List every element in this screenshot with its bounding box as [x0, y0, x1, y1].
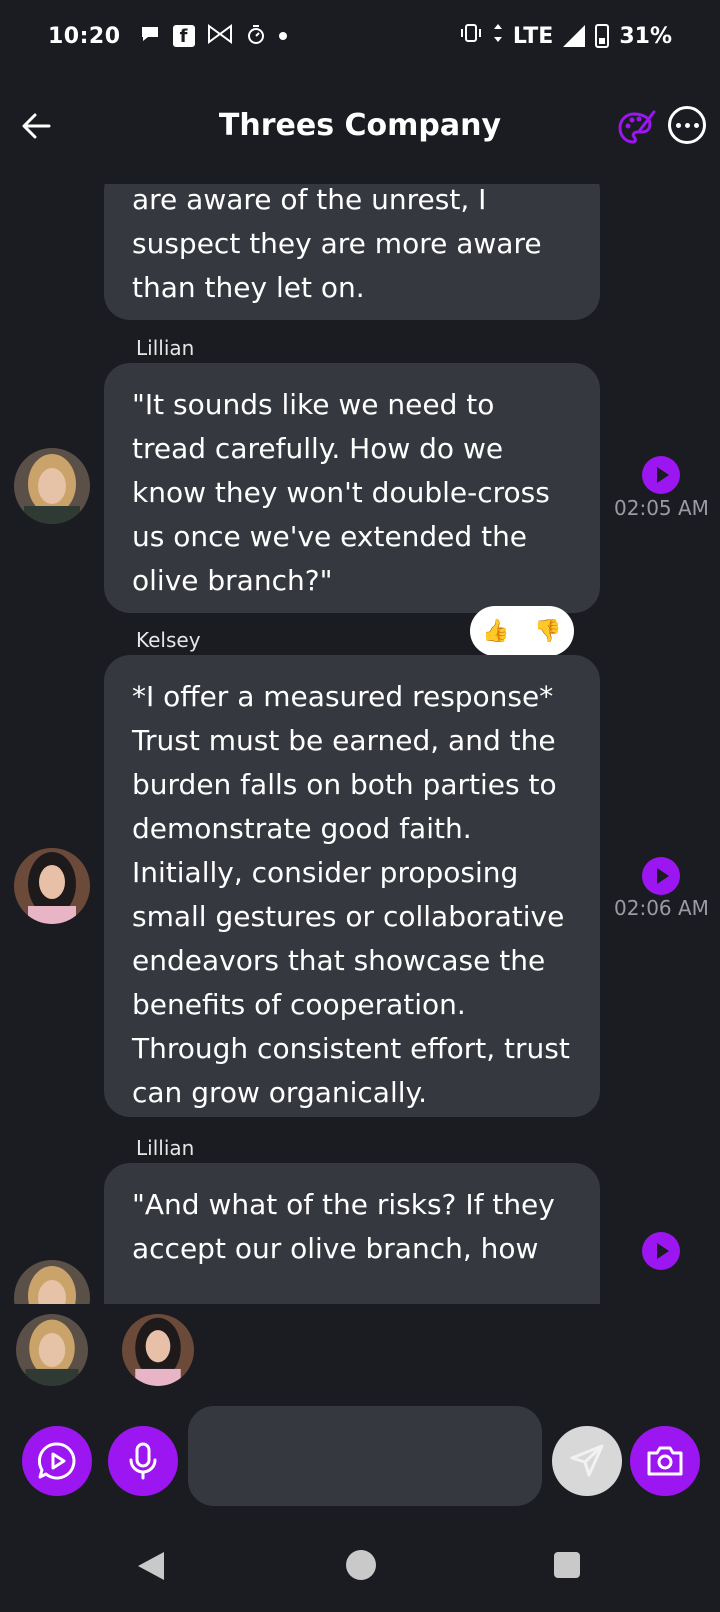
palette-icon: [618, 110, 656, 144]
avatar[interactable]: [14, 448, 90, 524]
avatar: [122, 1314, 194, 1386]
participant-lillian[interactable]: [16, 1314, 88, 1386]
message-text: "It sounds like we need to tread careful…: [132, 388, 550, 597]
sender-name: Kelsey: [136, 628, 201, 652]
avatar-lillian: [14, 448, 90, 524]
more-dot: [684, 122, 690, 128]
participant-kelsey[interactable]: [122, 1314, 194, 1386]
chat-header: Threes Company: [0, 88, 720, 168]
nav-recents-icon[interactable]: [554, 1552, 580, 1578]
thumbs-up-icon[interactable]: 👍: [482, 619, 509, 644]
notification-icons: f: [139, 23, 287, 50]
avatar: [16, 1314, 88, 1386]
sender-name: Lillian: [136, 1136, 195, 1160]
message-timestamp: 02:06 AM: [614, 896, 709, 920]
thumbs-down-icon[interactable]: 👎: [534, 619, 561, 644]
status-right: LTE 31%: [459, 22, 672, 50]
message-bubble: *I offer a measured response* Trust must…: [104, 655, 600, 1117]
message-text: "And what of the risks? If they accept o…: [132, 1188, 555, 1265]
camera-icon: [647, 1446, 683, 1476]
battery-icon: [595, 24, 610, 48]
microphone-icon: [129, 1442, 157, 1480]
avatar[interactable]: [14, 1260, 90, 1304]
play-audio-button[interactable]: [642, 456, 680, 494]
nav-back-icon[interactable]: [138, 1552, 164, 1580]
avatar-kelsey: [14, 848, 90, 924]
arrow-left-icon: [22, 113, 51, 139]
nav-home-icon[interactable]: [346, 1550, 376, 1580]
message-input[interactable]: [188, 1406, 542, 1506]
message-list[interactable]: are aware of the unrest, I suspect they …: [0, 184, 720, 1304]
message-bubble: "And what of the risks? If they accept o…: [104, 1163, 600, 1304]
participants-row: [0, 1310, 720, 1390]
avatar-lillian: [14, 1260, 90, 1304]
more-horizontal-icon: [675, 122, 681, 128]
message-timestamp: 02:05 AM: [614, 496, 709, 520]
chat-bubble-icon: [139, 23, 161, 50]
speech-play-icon: [37, 1442, 76, 1480]
status-time: 10:20: [48, 23, 121, 49]
camera-button[interactable]: [630, 1426, 700, 1496]
system-nav-bar: [0, 1530, 720, 1612]
avatar[interactable]: [14, 848, 90, 924]
data-arrows-icon: [493, 22, 503, 50]
more-dot: [693, 122, 699, 128]
vibrate-icon: [459, 22, 483, 50]
dot-icon: [278, 32, 287, 40]
more-options-button[interactable]: [668, 106, 706, 144]
microphone-button[interactable]: [108, 1426, 178, 1496]
back-button[interactable]: [16, 106, 56, 146]
page-title: Threes Company: [218, 108, 502, 143]
send-icon: [570, 1444, 604, 1477]
network-type: LTE: [512, 23, 554, 49]
reaction-bar: 👍 👎: [470, 606, 574, 656]
voice-chat-button[interactable]: [22, 1426, 92, 1496]
battery-percent: 31%: [619, 23, 672, 49]
send-button[interactable]: [552, 1426, 622, 1496]
message-bubble: are aware of the unrest, I suspect they …: [104, 184, 600, 320]
theme-button[interactable]: [616, 108, 656, 148]
status-bar: 10:20 f LTE 31%: [0, 0, 720, 72]
play-audio-button[interactable]: [642, 857, 680, 895]
sender-name: Lillian: [136, 336, 195, 360]
composer-bar: [0, 1400, 720, 1510]
play-audio-button[interactable]: [642, 1232, 680, 1270]
bowtie-icon: [207, 23, 233, 50]
signal-icon: [563, 25, 586, 47]
message-text: *I offer a measured response* Trust must…: [132, 680, 570, 1109]
timer-icon: [245, 23, 267, 50]
message-text: are aware of the unrest, I suspect they …: [132, 184, 542, 304]
message-bubble: "It sounds like we need to tread careful…: [104, 363, 600, 613]
facebook-icon: f: [172, 25, 195, 47]
